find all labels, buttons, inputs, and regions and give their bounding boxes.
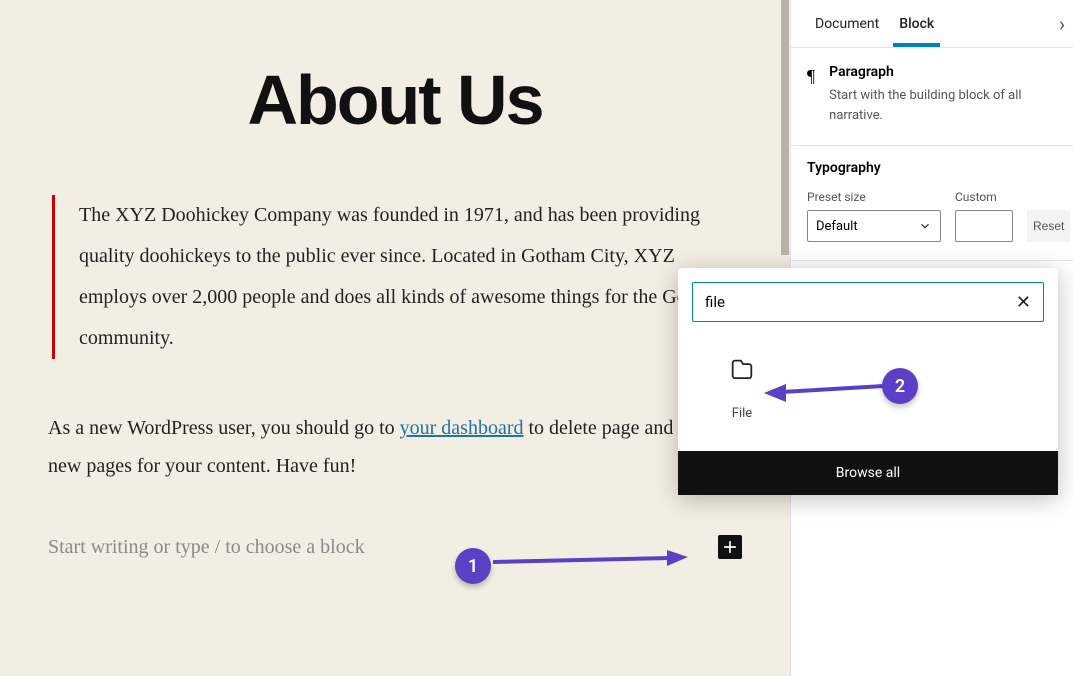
block-type-title: Paragraph <box>829 64 1057 80</box>
body-paragraph[interactable]: As a new WordPress user, you should go t… <box>48 409 742 485</box>
preset-size-select[interactable]: Default <box>807 210 941 242</box>
tab-document[interactable]: Document <box>805 0 889 47</box>
annotation-badge-2: 2 <box>882 368 918 404</box>
preset-size-label: Preset size <box>807 190 941 204</box>
annotation-arrow-2 <box>764 378 884 402</box>
chevron-down-icon <box>918 219 932 233</box>
close-icon[interactable]: › <box>1059 12 1065 36</box>
tab-block[interactable]: Block <box>889 0 944 47</box>
reset-button[interactable]: Reset <box>1027 210 1070 242</box>
browse-all-button[interactable]: Browse all <box>678 451 1058 495</box>
preset-size-value: Default <box>816 219 858 234</box>
placeholder-text: Start writing or type / to choose a bloc… <box>48 536 365 559</box>
annotation-badge-1: 1 <box>455 548 491 584</box>
page-title[interactable]: About Us <box>48 60 742 140</box>
annotation-arrow-1 <box>493 550 688 574</box>
dashboard-link[interactable]: your dashboard <box>400 417 524 439</box>
custom-size-label: Custom <box>955 190 1013 204</box>
plus-icon <box>720 537 740 557</box>
block-info-panel: ¶ Paragraph Start with the building bloc… <box>791 48 1073 146</box>
typography-heading[interactable]: Typography <box>807 160 1057 176</box>
add-block-button[interactable] <box>718 535 742 559</box>
clear-search-icon[interactable]: ✕ <box>1016 292 1031 313</box>
file-icon <box>728 356 756 384</box>
scrollbar[interactable] <box>781 0 789 255</box>
block-search-field[interactable]: ✕ <box>692 282 1044 322</box>
paragraph-icon: ¶ <box>807 66 815 125</box>
quote-block[interactable]: The XYZ Doohickey Company was founded in… <box>52 195 742 359</box>
sidebar-tabs: Document Block › <box>791 0 1073 48</box>
block-option-label: File <box>692 406 792 421</box>
search-input[interactable] <box>705 293 1016 311</box>
typography-panel: Typography Preset size Default Custom Re… <box>791 146 1073 261</box>
body-text-before: As a new WordPress user, you should go t… <box>48 417 400 439</box>
editor-canvas: About Us The XYZ Doohickey Company was f… <box>0 0 790 676</box>
custom-size-input[interactable] <box>955 210 1013 242</box>
block-type-desc: Start with the building block of all nar… <box>829 86 1057 125</box>
quote-text: The XYZ Doohickey Company was founded in… <box>79 195 742 359</box>
